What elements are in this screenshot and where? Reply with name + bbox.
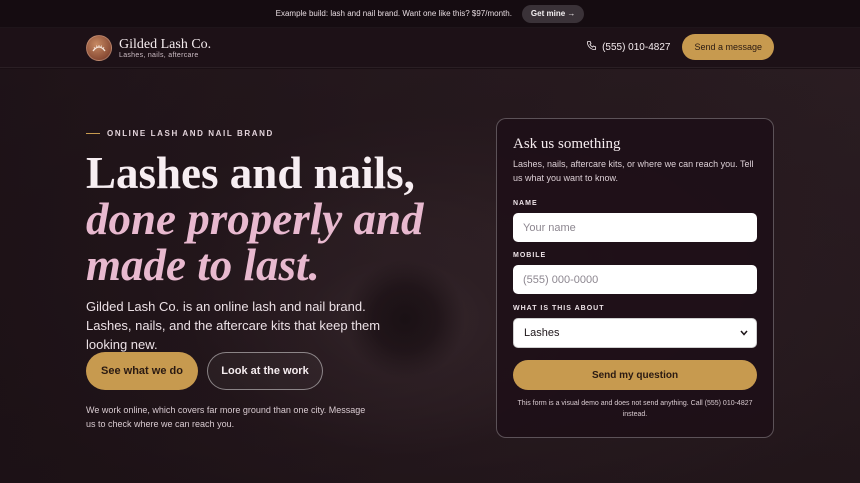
name-input[interactable]: Your name bbox=[513, 213, 757, 242]
phone-link[interactable]: (555) 010-4827 bbox=[586, 40, 670, 54]
topic-value: Lashes bbox=[524, 327, 560, 339]
brand-link[interactable]: Gilded Lash Co. Lashes, nails, aftercare bbox=[86, 35, 211, 61]
form-disclaimer: This form is a visual demo and does not … bbox=[517, 400, 753, 418]
topic-select[interactable]: Lashes bbox=[513, 318, 757, 348]
phone-number: (555) 010-4827 bbox=[602, 41, 671, 53]
promo-bar: Example build: lash and nail brand. Want… bbox=[0, 0, 860, 28]
form-subtitle: Lashes, nails, aftercare kits, or where … bbox=[513, 159, 754, 183]
name-label: NAME bbox=[513, 200, 538, 207]
form-title: Ask us something bbox=[513, 136, 621, 152]
headline-accent: done properly and made to last. bbox=[86, 194, 424, 290]
promo-text: Example build: lash and nail brand. Want… bbox=[275, 9, 512, 18]
topic-label: WHAT IS THIS ABOUT bbox=[513, 305, 605, 312]
mobile-input[interactable]: (555) 000-0000 bbox=[513, 265, 757, 294]
brand-tagline: Lashes, nails, aftercare bbox=[119, 52, 199, 59]
headline-plain: Lashes and nails, bbox=[86, 148, 415, 198]
contact-form-card: Ask us something Lashes, nails, aftercar… bbox=[496, 118, 774, 438]
send-question-button[interactable]: Send my question bbox=[513, 360, 757, 390]
eyebrow-text: ONLINE LASH AND NAIL BRAND bbox=[107, 129, 274, 138]
logo-icon bbox=[86, 35, 112, 61]
hero-headline: Lashes and nails, done properly and made… bbox=[86, 150, 486, 288]
look-at-the-work-button[interactable]: Look at the work bbox=[207, 352, 323, 390]
mobile-placeholder: (555) 000-0000 bbox=[523, 273, 599, 286]
hero-eyebrow: ONLINE LASH AND NAIL BRAND bbox=[86, 129, 274, 138]
site-header: Gilded Lash Co. Lashes, nails, aftercare… bbox=[0, 28, 860, 68]
hero-note: We work online, which covers far more gr… bbox=[86, 405, 366, 429]
brand-name: Gilded Lash Co. bbox=[119, 37, 212, 52]
send-message-button[interactable]: Send a message bbox=[682, 34, 774, 60]
get-mine-button[interactable]: Get mine → bbox=[521, 4, 585, 23]
mobile-label: MOBILE bbox=[513, 252, 547, 259]
phone-icon bbox=[586, 40, 597, 54]
eyebrow-rule bbox=[86, 133, 100, 134]
name-placeholder: Your name bbox=[523, 221, 576, 234]
hero-lead: Gilded Lash Co. is an online lash and na… bbox=[86, 299, 381, 352]
chevron-down-icon bbox=[740, 327, 748, 339]
see-what-we-do-button[interactable]: See what we do bbox=[86, 352, 198, 390]
